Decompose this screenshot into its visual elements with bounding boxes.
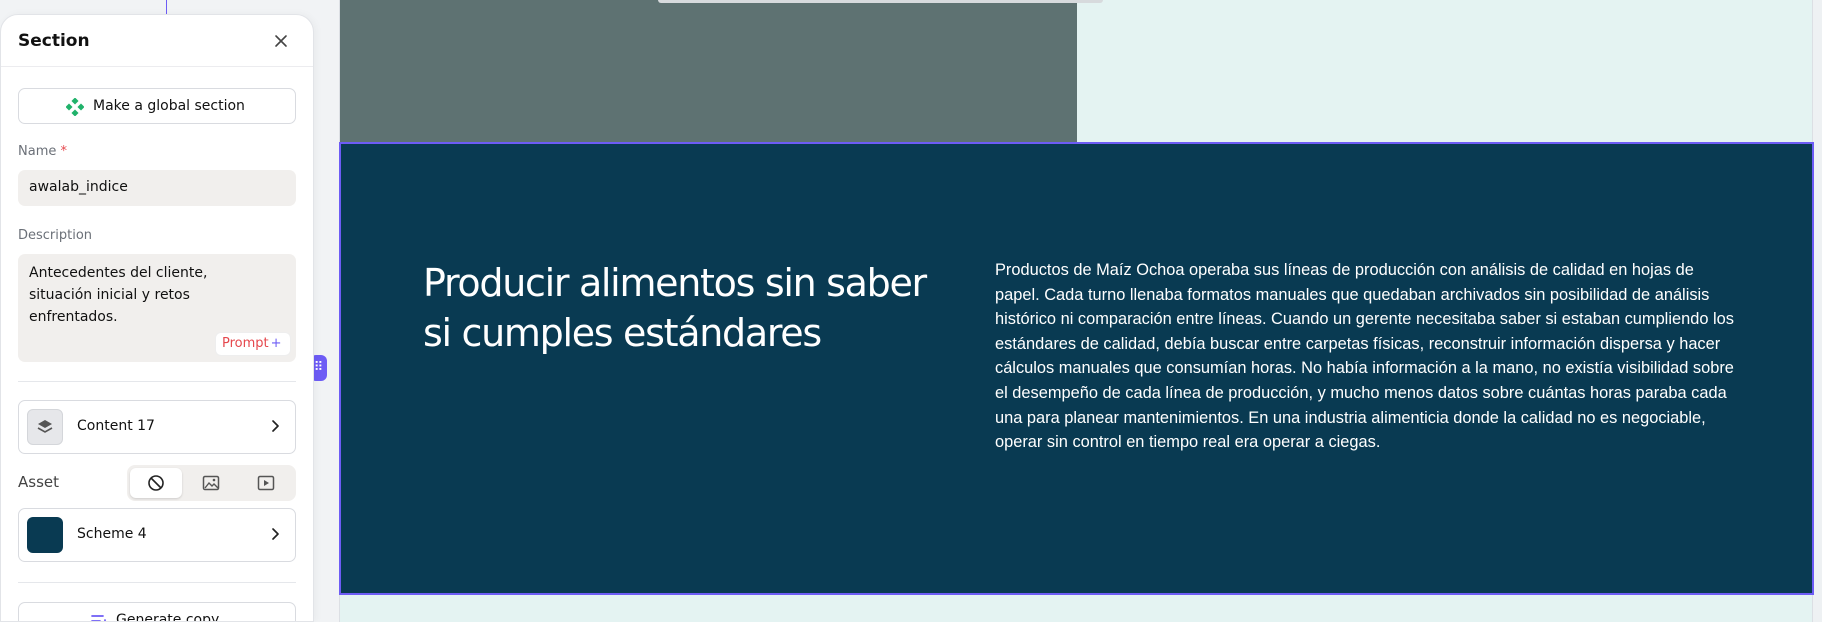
asset-none-option[interactable] [130,468,182,498]
component-diamond-icon [66,98,84,116]
make-global-section-label: Make a global section [93,98,245,114]
scheme-color-swatch [27,517,63,553]
no-asset-icon [148,475,164,491]
required-mark: * [60,144,68,159]
name-input[interactable]: awalab_indice [18,170,296,206]
chevron-right-icon [272,528,279,540]
make-global-section-button[interactable]: Make a global section [18,88,296,124]
content-item-label: Content 17 [77,418,155,434]
asset-video-option[interactable] [240,468,292,498]
panel-header: Section [1,15,313,67]
panel-title: Section [18,31,90,51]
divider [18,381,296,382]
close-icon[interactable] [271,31,291,51]
asset-type-selector [127,465,296,501]
video-icon [257,475,275,491]
guide-line [166,0,167,14]
name-label-text: Name [18,144,57,159]
prompt-label: Prompt [222,336,269,351]
scheme-row[interactable]: Scheme 4 [18,508,296,562]
asset-image-option[interactable] [185,468,237,498]
sparkle-icon: + [270,336,282,351]
section-heading[interactable]: Producir alimentos sin saber si cumples … [423,258,943,358]
generate-text-icon [91,615,106,621]
previous-section-image[interactable] [340,0,1077,143]
description-text[interactable]: Antecedentes del cliente, situación inic… [29,262,229,328]
asset-label: Asset [18,473,60,491]
description-textarea[interactable]: Antecedentes del cliente, situación inic… [18,254,296,362]
name-label: Name * [18,144,67,159]
divider [18,582,296,583]
prompt-button[interactable]: Prompt + [215,332,291,356]
description-label: Description [18,228,93,243]
section-settings-panel: Section Make a global section Name * awa… [0,14,314,622]
scheme-label: Scheme 4 [77,526,147,542]
content-item-row[interactable]: Content 17 [18,400,296,454]
canvas-gutter [1813,0,1822,622]
section-body-text[interactable]: Productos de Maíz Ochoa operaba sus líne… [995,258,1740,455]
floating-toolbar-edge [658,0,1103,3]
layers-icon [27,409,63,445]
generate-copy-button[interactable]: Generate copy [18,602,296,622]
chevron-right-icon [272,420,279,432]
selected-section[interactable]: Producir alimentos sin saber si cumples … [339,142,1814,595]
image-icon [202,475,220,491]
generate-copy-label: Generate copy [116,612,220,622]
